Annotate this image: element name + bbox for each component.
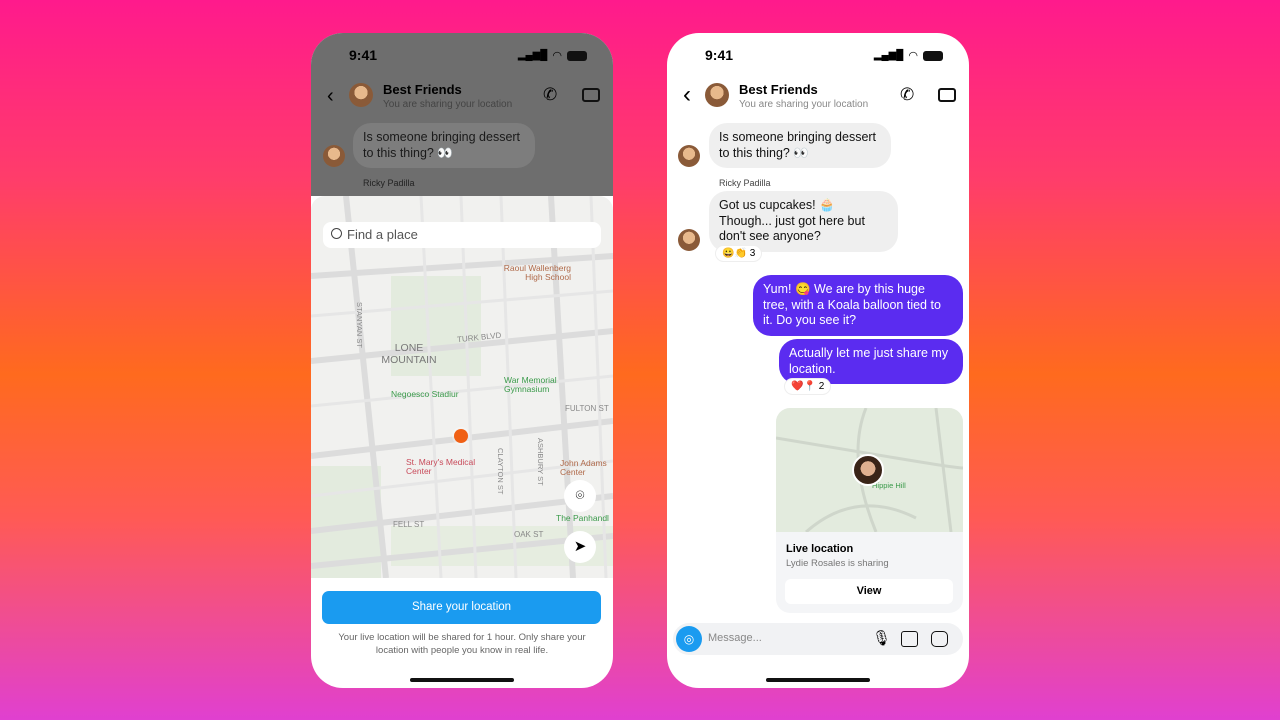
live-location-title: Live location [786, 543, 854, 555]
map-label-fulton: FULTON ST [565, 404, 609, 413]
message-reactions[interactable]: 😀👏 3 [716, 246, 762, 261]
live-location-card[interactable]: Hippie Hill Live location Lydie Rosales … [776, 408, 963, 613]
search-placeholder: Find a place [347, 227, 418, 242]
sender-avatar [678, 229, 700, 251]
map-label-panhandle: The Panhandl [556, 513, 609, 523]
map-label-stanyan: STANYAN ST [355, 302, 364, 348]
map-label-school: Raoul Wallenberg High School [503, 263, 571, 282]
dimmed-chat: 9:41 ▂▄▆█ ◠ ‹ Best Friends You are sharin… [311, 33, 613, 196]
map-label-gym: War Memorial Gymnasium [504, 375, 557, 394]
sender-name: Ricky Padilla [363, 178, 415, 188]
group-avatar [349, 83, 373, 107]
status-icons: ▂▄▆█ ◠ [518, 49, 587, 62]
sharer-avatar [852, 454, 884, 486]
sticker-icon[interactable] [931, 631, 948, 647]
message-composer[interactable]: ◎ Message... 🎙︎ [673, 623, 963, 655]
chat-subtitle: You are sharing your location [739, 99, 869, 110]
share-disclaimer: Your live location will be shared for 1 … [338, 632, 586, 656]
share-location-phone: 9:41 ▂▄▆█ ◠ ‹ Best Friends You are sharin… [311, 33, 613, 688]
my-message-bubble: Yum! 😋 We are by this huge tree, with a … [753, 275, 963, 336]
view-button[interactable]: View [785, 579, 953, 604]
sender-avatar [323, 145, 345, 167]
map-label-ashbury: ASHBURY ST [536, 438, 545, 486]
share-location-button[interactable]: Share your location [322, 591, 601, 624]
live-location-subtitle: Lydie Rosales is sharing [786, 558, 889, 569]
group-avatar [705, 83, 729, 107]
map-view[interactable]: Find a place Raoul Wallenberg High Schoo… [311, 196, 613, 578]
message-bubble: Got us cupcakes! 🧁 Though... just got he… [709, 191, 898, 252]
message-bubble: Is someone bringing dessert to this thin… [709, 123, 891, 168]
phone-call-icon[interactable]: ✆ [900, 85, 914, 105]
phone-call-icon[interactable]: ✆ [543, 85, 557, 105]
sender-name: Ricky Padilla [719, 178, 771, 188]
map-label-clayton: CLAYTON ST [496, 448, 505, 495]
gallery-icon[interactable] [901, 631, 918, 647]
live-location-map: Hippie Hill [776, 408, 963, 532]
map-label-area: LONE MOUNTAIN [381, 342, 437, 366]
home-indicator [410, 678, 514, 682]
map-label-hospital: St. Mary's Medical Center [406, 457, 476, 476]
camera-icon: ◎ [683, 632, 695, 646]
map-label-fell: FELL ST [393, 520, 425, 529]
chat-phone: 9:41 ▂▄▆█ ◠ ‹ Best Friends You are sharin… [667, 33, 969, 688]
share-button-label: Share your location [411, 601, 512, 613]
message-bubble: Is someone bringing dessert to this thin… [353, 123, 535, 168]
map-label-adams: John Adams Center [560, 458, 607, 477]
navigation-arrow-icon: ➤ [573, 538, 587, 555]
home-indicator [766, 678, 870, 682]
sender-avatar [678, 145, 700, 167]
current-location-pin [454, 429, 468, 443]
message-reactions[interactable]: ❤️📍 2 [785, 379, 831, 394]
status-icons: ▂▄▆█ ◠ [874, 49, 943, 62]
map-label-oak: OAK ST [514, 530, 544, 539]
drop-pin-button[interactable]: ⌾ [564, 480, 596, 512]
chat-subtitle: You are sharing your location [383, 99, 513, 110]
my-location-button[interactable]: ➤ [564, 531, 596, 563]
video-call-icon[interactable] [582, 88, 600, 102]
back-icon[interactable]: ‹ [683, 81, 691, 109]
status-time: 9:41 [349, 47, 378, 63]
status-time: 9:41 [705, 47, 734, 63]
video-call-icon[interactable] [938, 88, 956, 102]
my-message-bubble: Actually let me just share my location. [779, 339, 963, 384]
map-label-stadium: Negoesco Stadiur [391, 389, 459, 399]
chat-title: Best Friends [383, 82, 462, 97]
microphone-icon[interactable]: 🎙︎ [872, 629, 891, 647]
pin-icon: ⌾ [575, 487, 585, 504]
search-icon [331, 228, 342, 239]
message-input[interactable]: Message... [708, 632, 762, 644]
chat-title: Best Friends [739, 82, 818, 97]
camera-button[interactable]: ◎ [676, 626, 702, 652]
back-icon[interactable]: ‹ [327, 85, 334, 108]
search-field[interactable]: Find a place [323, 222, 601, 248]
